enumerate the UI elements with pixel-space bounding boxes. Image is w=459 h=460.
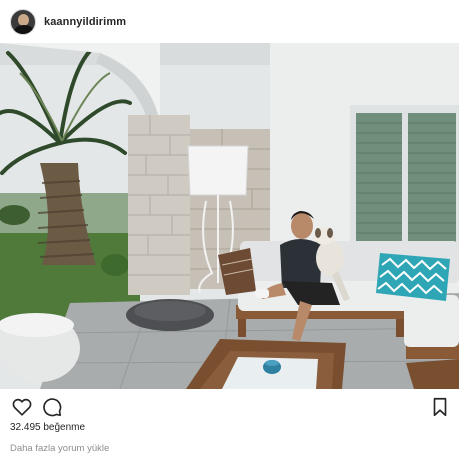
heart-icon[interactable] <box>11 396 33 418</box>
bookmark-icon[interactable] <box>429 396 451 418</box>
instagram-post: kaannyildirimm 32.495 beğenme Daha fazla… <box>0 0 459 460</box>
post-photo[interactable] <box>0 43 459 389</box>
profile-avatar[interactable] <box>10 8 36 35</box>
likes-count[interactable]: 32.495 beğenme <box>10 422 85 433</box>
comment-icon[interactable] <box>41 396 63 418</box>
post-header: kaannyildirimm <box>0 0 459 43</box>
post-username[interactable]: kaannyildirimm <box>44 16 126 28</box>
post-actions <box>0 394 459 420</box>
load-more-comments-link[interactable]: Daha fazla yorum yükle <box>10 443 109 454</box>
